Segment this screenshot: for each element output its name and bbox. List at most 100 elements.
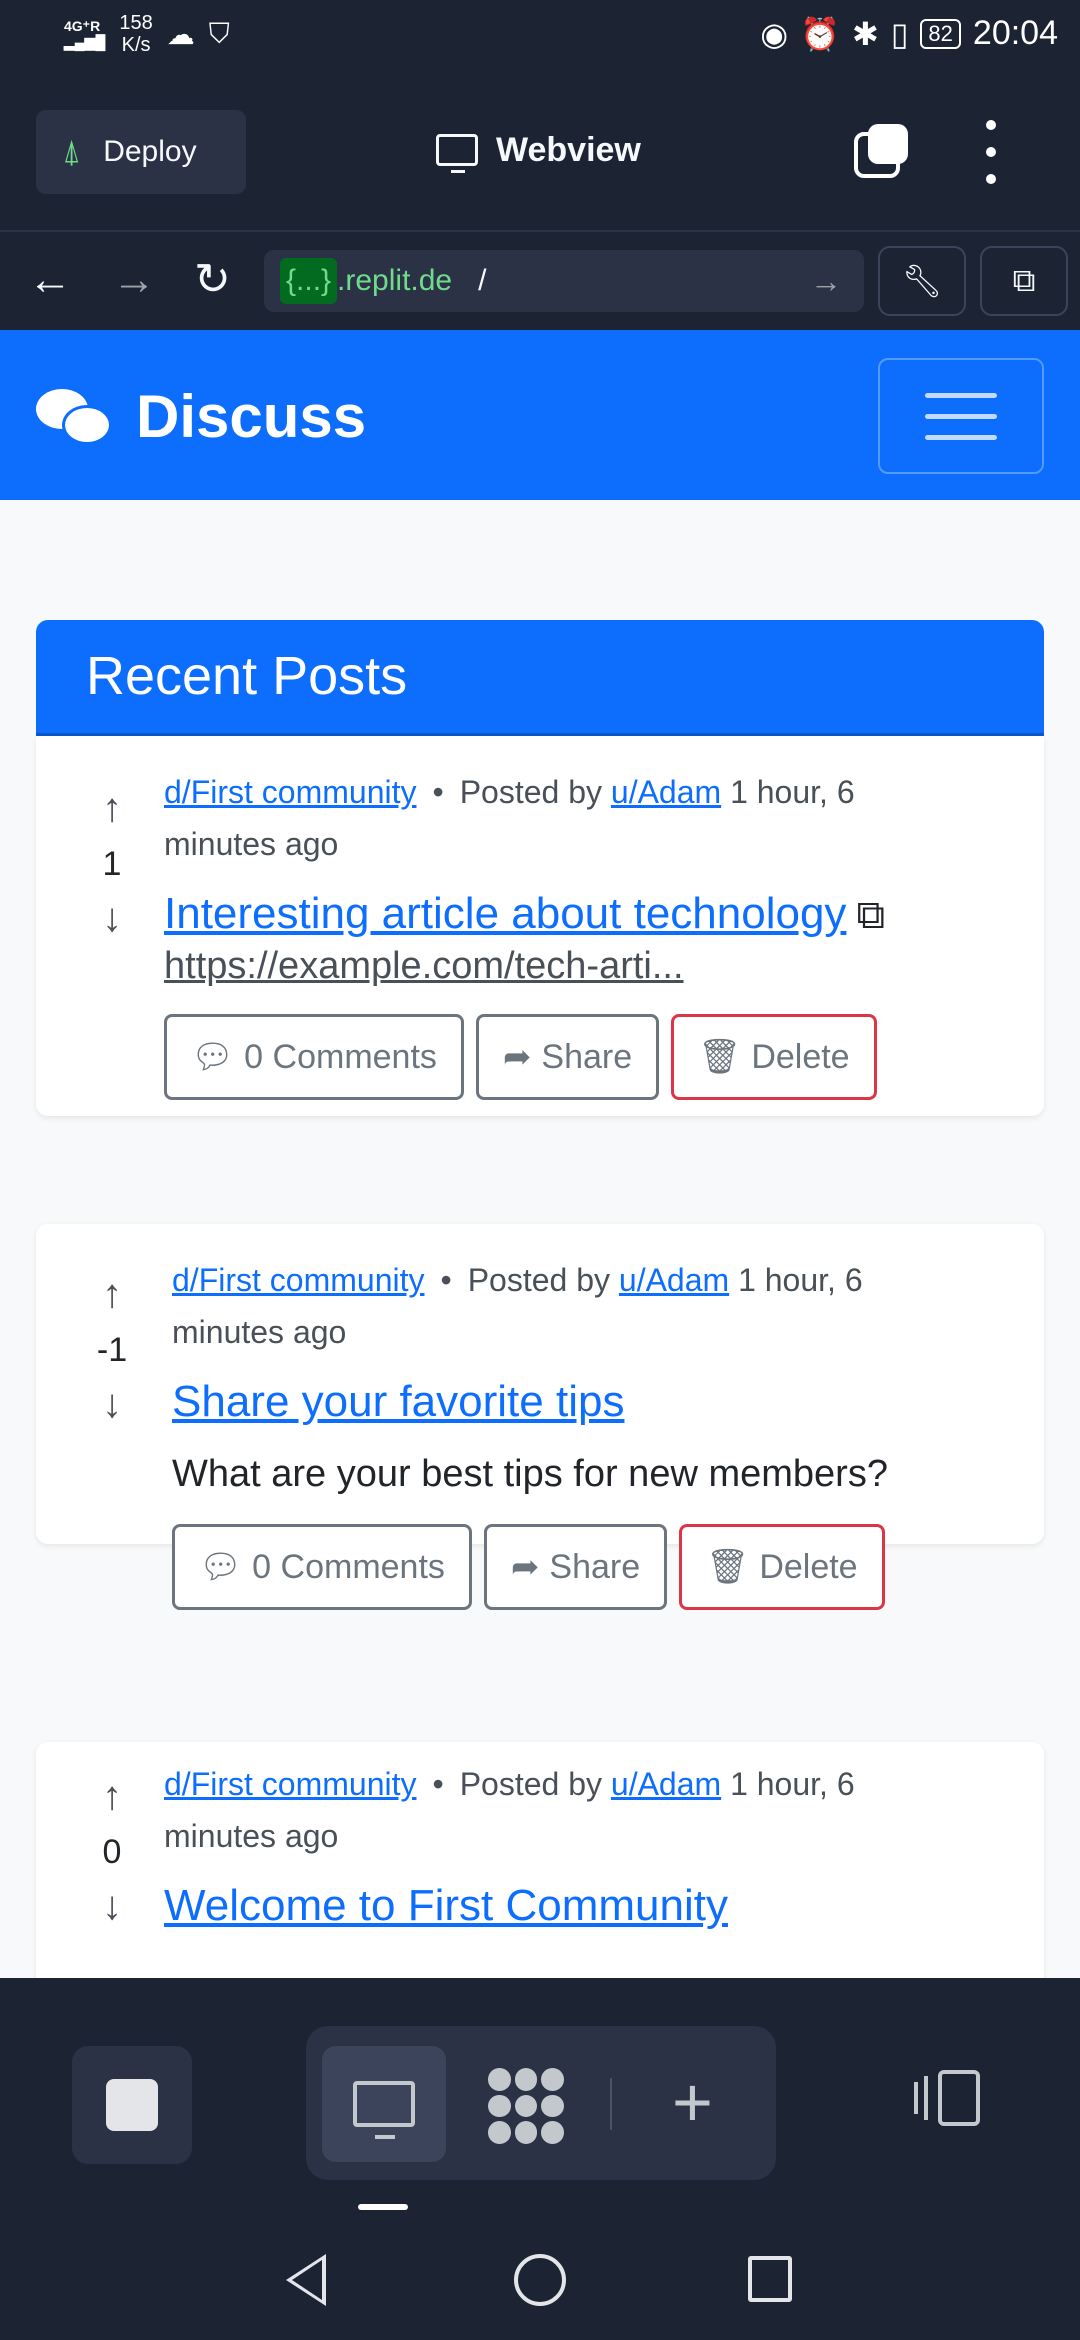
share-icon: ➦: [510, 1548, 540, 1586]
system-home-icon[interactable]: [514, 2254, 566, 2306]
replit-bottom-bar: +: [0, 1978, 1080, 2208]
user-link[interactable]: u/Adam: [611, 774, 721, 810]
add-icon[interactable]: +: [672, 2064, 713, 2140]
vote-column: ↑ -1 ↓: [82, 1274, 142, 1424]
speed-unit: K/s: [121, 34, 151, 56]
post-card: ↑ 0 ↓ d/First community • Posted by u/Adam…: [36, 1742, 1044, 1978]
system-navigation-bar: [0, 2210, 1080, 2340]
go-arrow-icon[interactable]: →: [810, 263, 842, 300]
webview-content: Discuss Recent Posts ↑ 1 ↓ d/First commu…: [0, 330, 1080, 1978]
network-label: 4G⁺R: [64, 18, 101, 34]
trash-icon: 🗑︎: [698, 1038, 742, 1076]
more-menu-icon[interactable]: [976, 120, 1006, 184]
brand-label: Discuss: [136, 383, 367, 450]
delete-button[interactable]: 🗑︎ Delete: [679, 1524, 885, 1610]
url-repl-badge: {...}: [280, 258, 338, 304]
devtools-wrench-button[interactable]: 🔧︎: [878, 246, 966, 316]
cloud-icon: ☁: [166, 18, 195, 50]
vote-column: ↑ 1 ↓: [82, 788, 142, 938]
comments-label: 0 Comments: [244, 1037, 437, 1076]
bluetooth-icon: ✱: [852, 15, 879, 52]
comment-icon: 💬︎: [199, 1548, 243, 1586]
arrow-up-icon[interactable]: ↑: [82, 1776, 142, 1816]
webview-label: Webview: [496, 130, 641, 169]
hamburger-menu-button[interactable]: [878, 358, 1044, 474]
monitor-icon: [353, 2081, 415, 2139]
share-button[interactable]: ➦ Share: [483, 1524, 668, 1610]
comments-icon: [36, 385, 112, 449]
post-meta: d/First community • Posted by u/Adam 1 hou…: [164, 774, 855, 862]
comments-button[interactable]: 💬︎ 0 Comments: [164, 1014, 464, 1100]
signal-icon: 4G⁺R ▂▄▆█: [64, 18, 106, 50]
divider: [610, 2078, 612, 2130]
post-title-link[interactable]: Share your favorite tips: [172, 1374, 624, 1430]
posted-by-label: Posted by: [459, 774, 602, 810]
arrow-down-icon[interactable]: ↓: [82, 898, 142, 938]
community-link[interactable]: d/First community: [172, 1262, 424, 1298]
tabs-icon[interactable]: [854, 124, 910, 180]
post-title-link[interactable]: Interesting article about technology: [164, 886, 846, 942]
system-back-icon[interactable]: [286, 2254, 326, 2306]
share-label: Share: [541, 1037, 633, 1076]
comment-icon: 💬︎: [191, 1038, 235, 1076]
delete-label: Delete: [759, 1547, 858, 1586]
external-link-icon: ⧉: [856, 893, 885, 937]
monitor-icon: [436, 134, 478, 173]
system-recents-icon[interactable]: [748, 2256, 792, 2302]
comments-label: 0 Comments: [252, 1547, 445, 1586]
tool-switcher: +: [306, 2026, 776, 2180]
stop-icon: [106, 2079, 158, 2131]
url-input[interactable]: {...} .replit.de / →: [264, 250, 864, 312]
stop-button[interactable]: [72, 2046, 192, 2164]
comments-button[interactable]: 💬︎ 0 Comments: [172, 1524, 472, 1610]
site-brand[interactable]: Discuss: [36, 382, 366, 451]
clock: 20:04: [972, 14, 1058, 52]
post-card: ↑ 1 ↓ d/First community • Posted by u/Adam…: [36, 736, 1044, 1116]
eye-icon: ◉: [760, 15, 789, 52]
share-label: Share: [549, 1547, 641, 1586]
apps-grid-icon[interactable]: [488, 2068, 564, 2144]
vote-column: ↑ 0 ↓: [82, 1776, 142, 1926]
webview-tab-title[interactable]: Webview: [436, 122, 641, 178]
forward-arrow-icon[interactable]: →: [112, 256, 156, 304]
back-arrow-icon[interactable]: ←: [28, 256, 72, 304]
webview-tool-button[interactable]: [322, 2046, 446, 2162]
community-link[interactable]: d/First community: [164, 774, 416, 810]
trash-icon: 🗑︎: [706, 1548, 750, 1586]
arrow-up-icon[interactable]: ↑: [82, 1274, 142, 1314]
wrench-icon: 🔧︎: [901, 263, 943, 299]
delete-label: Delete: [751, 1037, 850, 1076]
alarm-icon: ⏰: [800, 15, 840, 52]
vibrate-icon: ▯: [890, 15, 909, 52]
external-link-icon: ⧉: [1012, 262, 1036, 298]
vote-score: 1: [102, 845, 122, 883]
vote-score: -1: [96, 1331, 128, 1369]
arrow-down-icon[interactable]: ↓: [82, 1886, 142, 1926]
share-icon: ➦: [502, 1038, 532, 1076]
open-new-tab-button[interactable]: ⧉: [980, 246, 1068, 316]
speed-value: 158: [119, 12, 153, 34]
delete-button[interactable]: 🗑︎ Delete: [671, 1014, 877, 1100]
recent-posts-header: Recent Posts: [36, 620, 1044, 736]
url-toolbar: ← → ↻ {...} .replit.de / → 🔧︎ ⧉: [0, 230, 1080, 330]
share-button[interactable]: ➦ Share: [475, 1014, 660, 1100]
shield-icon: ⛉: [208, 17, 230, 49]
community-link[interactable]: d/First community: [164, 1766, 416, 1802]
deploy-icon: ⍋: [62, 133, 82, 169]
side-panel-icon[interactable]: [914, 2070, 982, 2126]
status-bar: 4G⁺R ▂▄▆█ 158 K/s ☁ ⛉ ◉ ⏰ ✱ ▯ 82 20:04: [0, 0, 1080, 72]
deploy-button[interactable]: ⍋ Deploy: [36, 110, 246, 194]
url-domain: .replit.de: [337, 264, 453, 297]
vote-score: 0: [102, 1833, 122, 1871]
post-url-link[interactable]: https://example.com/tech-arti...: [164, 942, 964, 990]
posted-by-label: Posted by: [459, 1766, 602, 1802]
user-link[interactable]: u/Adam: [611, 1766, 721, 1802]
reload-icon[interactable]: ↻: [194, 256, 231, 304]
posted-by-label: Posted by: [467, 1262, 610, 1298]
arrow-up-icon[interactable]: ↑: [82, 788, 142, 828]
arrow-down-icon[interactable]: ↓: [82, 1384, 142, 1424]
deploy-label: Deploy: [103, 135, 197, 168]
post-meta: d/First community • Posted by u/Adam 1 hou…: [172, 1262, 863, 1350]
post-title-link[interactable]: Welcome to First Community: [164, 1878, 728, 1934]
user-link[interactable]: u/Adam: [619, 1262, 729, 1298]
